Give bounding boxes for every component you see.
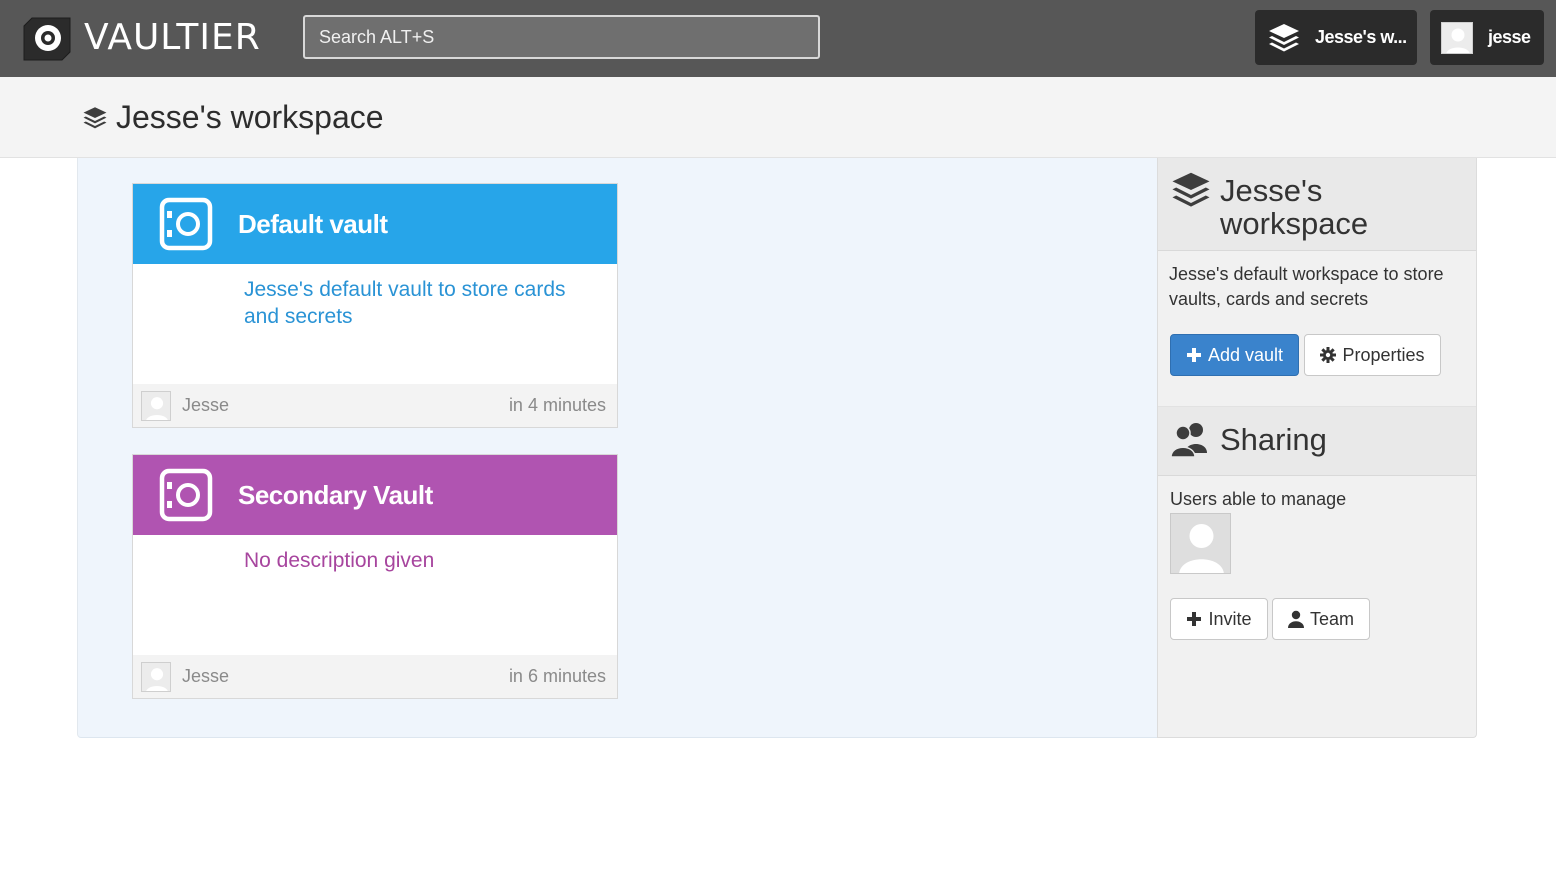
workspace-description: Jesse's default workspace to store vault… bbox=[1169, 264, 1444, 309]
vault-card-secondary[interactable]: Secondary Vault No description given Jes… bbox=[132, 454, 618, 699]
add-vault-label: Add vault bbox=[1207, 344, 1284, 365]
user-avatar[interactable] bbox=[1170, 513, 1231, 574]
user-menu-label: jesse bbox=[1488, 27, 1531, 47]
users-icon bbox=[1170, 419, 1210, 459]
add-vault-button[interactable]: Add vault bbox=[1170, 334, 1299, 376]
workspace-title-line: workspace bbox=[1220, 206, 1369, 241]
team-button[interactable]: Team bbox=[1272, 598, 1370, 640]
workspace-title: Jesse's workspace bbox=[1220, 174, 1368, 240]
gear-icon bbox=[1320, 347, 1337, 363]
stack-icon bbox=[1267, 22, 1301, 54]
sharing-header: Sharing bbox=[1158, 406, 1476, 476]
invite-label: Invite bbox=[1208, 608, 1252, 629]
safe-icon bbox=[159, 197, 213, 251]
vault-card-description: Jesse's default vault to store cards and… bbox=[244, 278, 566, 328]
search-input[interactable] bbox=[303, 15, 820, 59]
stack-icon bbox=[82, 105, 108, 131]
brand-name: VAULTIER bbox=[84, 16, 261, 58]
page-title-text: Jesse's workspace bbox=[116, 99, 384, 135]
vault-timestamp: in 6 minutes bbox=[508, 666, 606, 686]
stack-icon bbox=[1170, 170, 1212, 210]
page-title: Jesse's workspace bbox=[82, 99, 384, 136]
vault-card-footer: Jesse in 6 minutes bbox=[133, 655, 617, 698]
properties-button[interactable]: Properties bbox=[1304, 334, 1441, 376]
workspace-sidebar: Jesse's workspace Jesse's default worksp… bbox=[1157, 158, 1477, 738]
team-label: Team bbox=[1309, 608, 1354, 629]
user-menu-button[interactable]: jesse bbox=[1430, 10, 1544, 65]
vault-logo-icon bbox=[22, 12, 72, 62]
vault-card-title: Secondary Vault bbox=[238, 479, 433, 510]
top-navbar: VAULTIER Jesse's w... jesse bbox=[0, 0, 1556, 77]
workspace-info-header: Jesse's workspace bbox=[1158, 158, 1476, 251]
vault-owner: Jesse bbox=[182, 666, 230, 686]
vault-card-footer: Jesse in 4 minutes bbox=[133, 384, 617, 427]
vault-card-description: No description given bbox=[244, 549, 435, 572]
vault-card-header[interactable]: Secondary Vault bbox=[133, 455, 617, 535]
invite-button[interactable]: Invite bbox=[1170, 598, 1268, 640]
brand-logo[interactable]: VAULTIER bbox=[22, 12, 261, 62]
plus-icon bbox=[1186, 611, 1202, 627]
workspace-title-line: Jesse's bbox=[1220, 173, 1323, 208]
workspace-switcher-button[interactable]: Jesse's w... bbox=[1255, 10, 1417, 65]
avatar-icon bbox=[141, 661, 171, 692]
vault-timestamp: in 4 minutes bbox=[508, 395, 606, 415]
vault-card-default[interactable]: Default vault Jesse's default vault to s… bbox=[132, 183, 618, 428]
workspace-switcher-label: Jesse's w... bbox=[1315, 27, 1407, 47]
vault-owner: Jesse bbox=[182, 395, 230, 415]
vault-card-header[interactable]: Default vault bbox=[133, 184, 617, 264]
properties-label: Properties bbox=[1342, 344, 1425, 365]
safe-icon bbox=[159, 468, 213, 522]
avatar-icon bbox=[141, 390, 171, 421]
users-able-to-manage-label: Users able to manage bbox=[1170, 489, 1347, 509]
vault-card-title: Default vault bbox=[238, 208, 388, 239]
avatar-icon bbox=[1441, 21, 1473, 54]
plus-icon bbox=[1186, 347, 1202, 363]
sharing-title: Sharing bbox=[1220, 422, 1327, 457]
user-icon bbox=[1287, 610, 1304, 628]
